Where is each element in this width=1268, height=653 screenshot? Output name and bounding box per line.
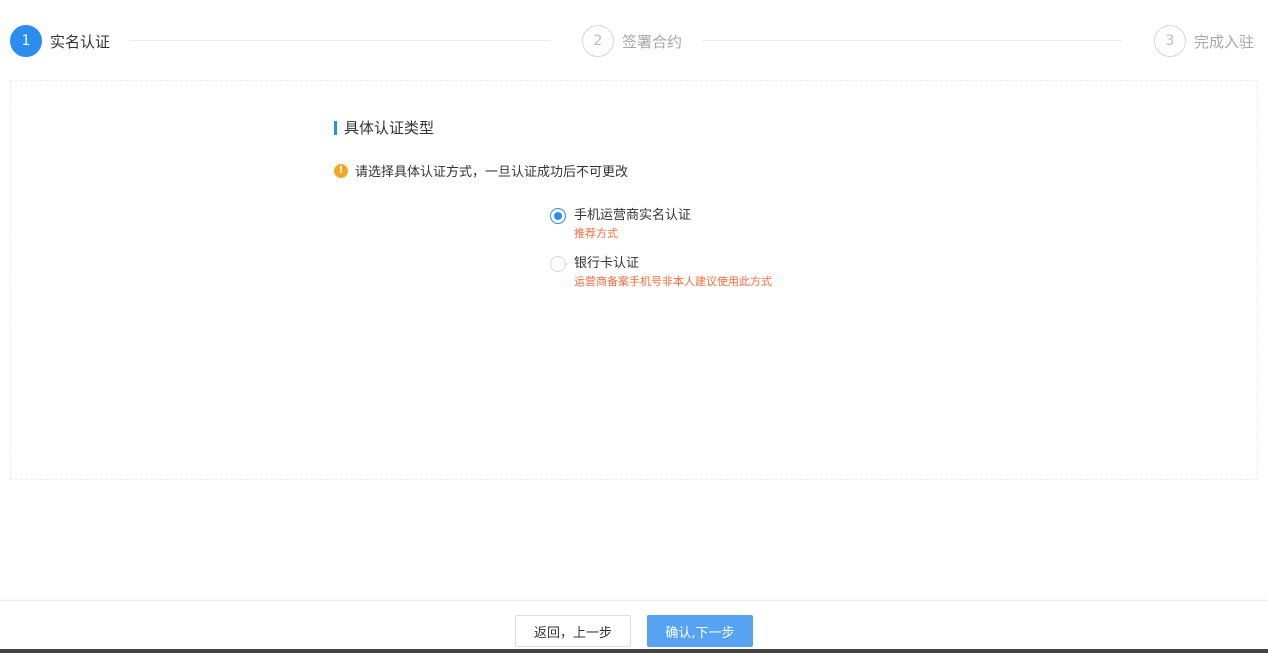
radio-mobile-carrier[interactable] bbox=[550, 208, 566, 224]
option-label: 银行卡认证 bbox=[574, 256, 640, 271]
step-3: 3 完成入驻 bbox=[1154, 24, 1254, 58]
radio-bank-card[interactable] bbox=[550, 256, 566, 272]
auth-type-radio-group: 手机运营商实名认证 推荐方式 银行卡认证 运营商备案手机号非本人建议使用此方式 bbox=[550, 207, 772, 303]
section-title: 具体认证类型 bbox=[334, 117, 434, 138]
steps-bar: 1 实名认证 2 签署合约 3 完成入驻 bbox=[10, 24, 1260, 58]
bottom-edge-strip bbox=[0, 649, 1268, 653]
notice: ! 请选择具体认证方式，一旦认证成功后不可更改 bbox=[334, 161, 628, 180]
next-button[interactable]: 确认,下一步 bbox=[647, 615, 753, 647]
step-connector-1 bbox=[130, 40, 550, 41]
step-2-number: 2 bbox=[582, 25, 614, 57]
section-title-text: 具体认证类型 bbox=[344, 119, 435, 137]
content-card: 具体认证类型 ! 请选择具体认证方式，一旦认证成功后不可更改 手机运营商实名认证… bbox=[10, 80, 1258, 480]
step-1-label: 实名认证 bbox=[50, 32, 111, 51]
option-mobile-carrier[interactable]: 手机运营商实名认证 推荐方式 bbox=[550, 207, 772, 241]
step-connector-2 bbox=[702, 40, 1122, 41]
radio-checked-dot bbox=[554, 212, 562, 220]
page: 1 实名认证 2 签署合约 3 完成入驻 具体认证类型 ! 请选择具体认证方式，… bbox=[0, 0, 1268, 653]
step-1-number: 1 bbox=[10, 25, 42, 57]
back-button[interactable]: 返回，上一步 bbox=[515, 615, 631, 647]
footer-bar: 返回，上一步 确认,下一步 bbox=[0, 600, 1268, 653]
option-label: 手机运营商实名认证 bbox=[574, 208, 692, 223]
option-texts: 手机运营商实名认证 推荐方式 bbox=[574, 207, 691, 241]
option-hint: 推荐方式 bbox=[574, 227, 618, 240]
step-3-number: 3 bbox=[1154, 25, 1186, 57]
option-hint: 运营商备案手机号非本人建议使用此方式 bbox=[574, 275, 772, 288]
step-1: 1 实名认证 bbox=[10, 24, 110, 58]
option-bank-card[interactable]: 银行卡认证 运营商备案手机号非本人建议使用此方式 bbox=[550, 255, 772, 289]
warning-icon: ! bbox=[334, 163, 348, 178]
step-3-label: 完成入驻 bbox=[1194, 32, 1255, 51]
notice-text: 请选择具体认证方式，一旦认证成功后不可更改 bbox=[355, 165, 629, 180]
step-2-label: 签署合约 bbox=[622, 32, 683, 51]
title-accent-bar bbox=[334, 120, 337, 135]
option-texts: 银行卡认证 运营商备案手机号非本人建议使用此方式 bbox=[574, 255, 772, 289]
step-2: 2 签署合约 bbox=[582, 24, 682, 58]
